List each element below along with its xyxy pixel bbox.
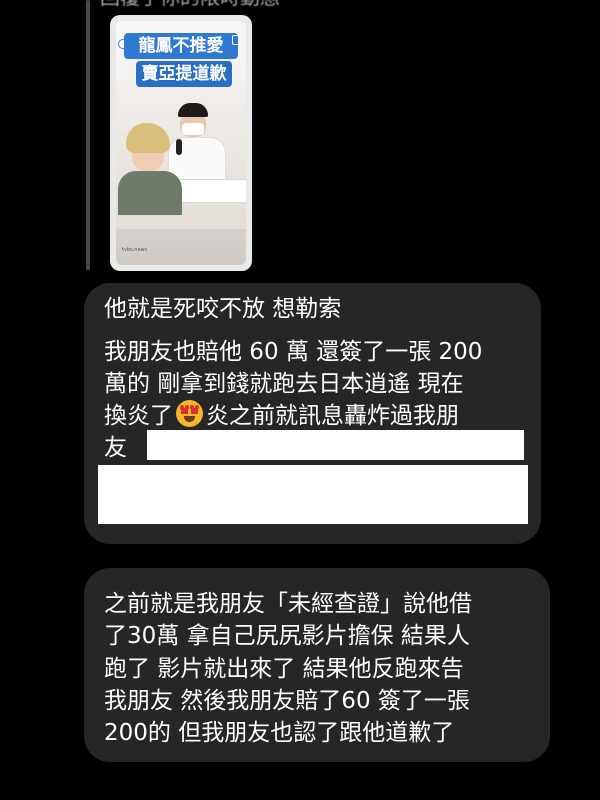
heart-eye-left	[180, 405, 189, 414]
reply-indicator-bar	[86, 0, 90, 270]
heart-eye-right	[190, 405, 199, 414]
redaction-block-1	[147, 430, 524, 460]
message-bubble-2[interactable]: 之前就是我朋友「未經查證」說他借 了30萬 拿自己尻尻影片擔保 結果人 跑了 影…	[84, 568, 550, 762]
message-line: 我朋友也賠他 60 萬 還簽了一張 200	[104, 339, 483, 365]
redaction-block-2	[98, 465, 528, 524]
inset-body	[118, 171, 182, 215]
message-line: 萬的 剛拿到錢就跑去日本逍遙 現在	[104, 371, 464, 397]
message-line-with-emoji: 換炎了 炎之前就訊息轟炸過我朋	[104, 400, 459, 433]
story-headline-2: 賣亞提道歉	[136, 61, 232, 87]
story-headline-1: 龍鳳不推愛	[124, 33, 238, 59]
message-line: 他就是死咬不放 想勒索	[104, 296, 342, 322]
inset-hair	[126, 123, 170, 153]
heart-eyes-emoji-icon	[176, 400, 203, 427]
message-line: 之前就是我朋友「未經查證」說他借	[104, 591, 472, 617]
message-line: 了30萬 拿自己尻尻影片擔保 結果人	[104, 623, 470, 649]
story-corner-icon	[232, 35, 242, 45]
chat-screen: 回覆了你的限時動態 龍鳳不推愛 賣亞提道歉 tvbs.news	[0, 0, 600, 800]
reply-header-text: 回覆了你的限時動態	[100, 0, 480, 8]
message-line: 跑了 影片就出來了 結果他反跑來告	[104, 656, 464, 682]
message-line: 200的 但我朋友也認了跟他道歉了	[104, 720, 455, 746]
speaker-cap	[178, 103, 208, 117]
emoji-mouth	[184, 416, 195, 422]
message-text: 炎之前就訊息轟炸過我朋	[206, 403, 459, 429]
story-source-handle: tvbs.news	[122, 247, 148, 253]
message-line: 我朋友 然後我朋友賠了60 簽了一張	[104, 688, 470, 714]
story-thumbnail: 龍鳳不推愛 賣亞提道歉 tvbs.news	[116, 21, 246, 265]
story-person-inset	[118, 123, 182, 215]
message-line: 友	[104, 435, 127, 461]
shared-story-card[interactable]: 龍鳳不推愛 賣亞提道歉 tvbs.news	[110, 15, 252, 271]
message-text: 換炎了	[104, 403, 173, 429]
speaker-mask	[182, 123, 204, 135]
